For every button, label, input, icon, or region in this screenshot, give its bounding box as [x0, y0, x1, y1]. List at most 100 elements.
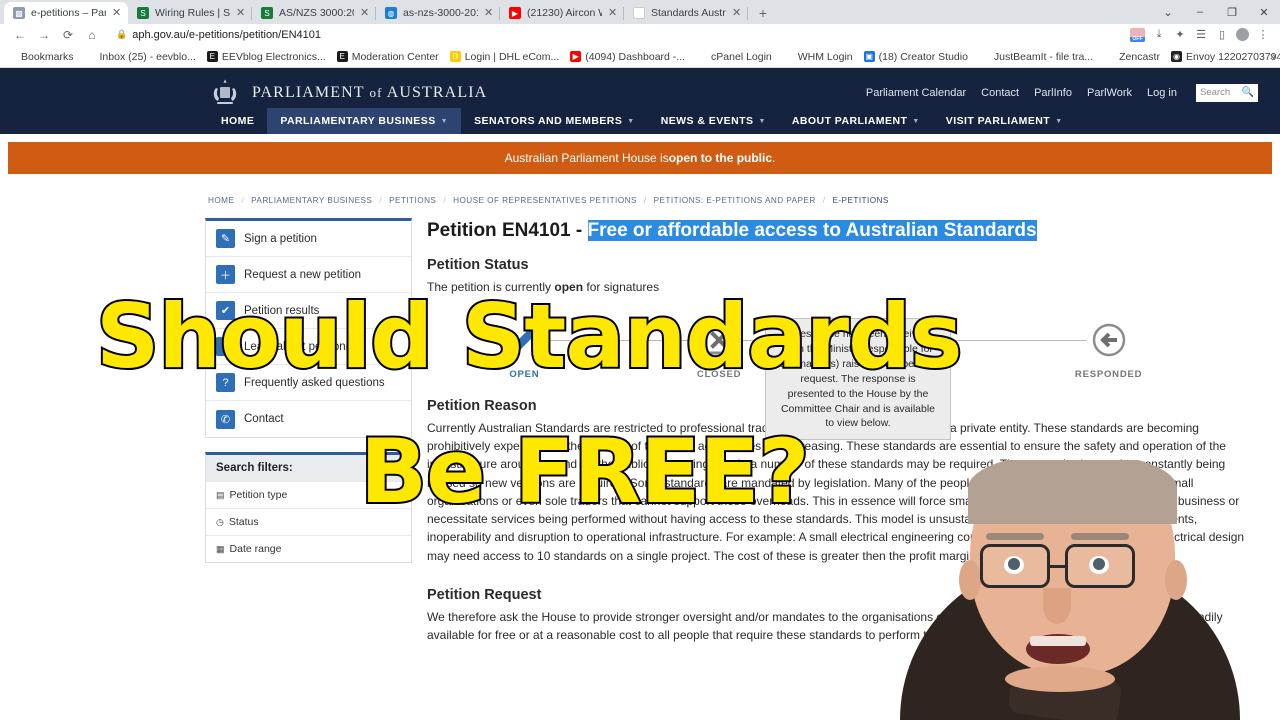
bookmark-label: Moderation Center: [351, 50, 439, 63]
sidebar-item-frequently-asked-questions[interactable]: ? Frequently asked questions: [206, 365, 411, 401]
breadcrumb-epetitions-and-paper[interactable]: PETITIONS: E-PETITIONS AND PAPER: [654, 196, 816, 205]
sidepanel-icon[interactable]: ▯: [1215, 28, 1229, 41]
search-filters-card: Search filters: ▤ Petition type ◷ Status…: [205, 452, 412, 563]
zencastr-icon: ⚲: [1106, 52, 1113, 61]
tracker-step-responded[interactable]: RESPONDED: [1011, 317, 1206, 380]
lock-icon: 🔒: [116, 29, 128, 39]
bookmark-item-envoy[interactable]: ◉ Envoy 122027037941: [1170, 51, 1280, 63]
nav-item-news-and-events[interactable]: NEWS & EVENTS ▼: [648, 108, 779, 134]
link-contact[interactable]: Contact: [981, 87, 1019, 99]
browser-tab-5[interactable]: W Standards Australia - Wikipedia ✕: [624, 2, 748, 24]
sidebar-item-label: Learn about petitioning: [244, 340, 362, 353]
breadcrumb-separator: /: [822, 196, 826, 205]
minimize-button[interactable]: –: [1184, 0, 1216, 24]
extension-toggle-icon[interactable]: OFF: [1130, 27, 1145, 42]
tab-title: Standards Australia - Wikipedia: [651, 7, 726, 19]
extensions-puzzle-icon[interactable]: ✦: [1173, 28, 1187, 41]
bookmark-item-bookmarks[interactable]: ★ Bookmarks: [6, 51, 74, 63]
page-title-prefix: Petition EN4101 -: [427, 220, 588, 241]
tracker-step-open[interactable]: OPEN: [427, 317, 720, 380]
bookmarks-bar: ★ Bookmarks M Inbox (25) - eevblo... E E…: [0, 46, 1280, 68]
browser-tab-2[interactable]: S AS/NZS 3000:2018 - Standards A ✕: [252, 2, 376, 24]
bookmark-item-zencastr[interactable]: ⚲ Zencastr: [1104, 51, 1160, 63]
maximize-button[interactable]: ❐: [1216, 0, 1248, 24]
reply-arrow-circle-icon: [1086, 317, 1131, 362]
breadcrumb-home[interactable]: HOME: [208, 196, 234, 205]
close-icon[interactable]: ✕: [608, 7, 618, 19]
link-parliament-calendar[interactable]: Parliament Calendar: [866, 87, 966, 99]
breadcrumb-parliamentary-business[interactable]: PARLIAMENTARY BUSINESS: [251, 196, 372, 205]
tab-strip: ▩ e-petitions – Parliament of Austr ✕ S …: [0, 0, 1280, 24]
breadcrumb-epetitions: E-PETITIONS: [832, 196, 889, 205]
bookmark-label: (18) Creator Studio: [878, 50, 968, 63]
alert-bold: open to the public: [668, 151, 773, 165]
bookmark-item-dashboard[interactable]: ▶ (4094) Dashboard -...: [570, 51, 685, 63]
home-icon[interactable]: ⌂: [80, 25, 104, 45]
search-magnifier-icon[interactable]: 🔍: [1242, 87, 1254, 98]
reload-icon[interactable]: ⟳: [56, 25, 80, 45]
chevron-down-icon: ▼: [1055, 117, 1063, 125]
browser-tab-1[interactable]: S Wiring Rules | Standards Australi ✕: [128, 2, 252, 24]
bookmark-item-inbox[interactable]: M Inbox (25) - eevblo...: [85, 51, 196, 63]
bookmark-item-eevblog[interactable]: E EEVblog Electronics...: [206, 51, 326, 63]
sidebar-item-sign-a-petition[interactable]: ✎ Sign a petition: [206, 221, 411, 257]
nav-item-about-parliament[interactable]: ABOUT PARLIAMENT ▼: [779, 108, 933, 134]
browser-tab-4[interactable]: ▶ (21230) Aircon Wiring Install FAI ✕: [500, 2, 624, 24]
back-icon[interactable]: ←: [8, 25, 32, 45]
bookmark-label: Inbox (25) - eevblo...: [99, 50, 196, 63]
nav-item-home[interactable]: HOME: [208, 108, 267, 134]
eevblog-icon: E: [206, 51, 218, 62]
bookmark-item-whm[interactable]: ᴄᴘ WHM Login: [783, 51, 852, 63]
nav-item-visit-parliament[interactable]: VISIT PARLIAMENT ▼: [933, 108, 1076, 134]
bookmark-item-creator-studio[interactable]: ▣ (18) Creator Studio: [863, 50, 968, 63]
nav-item-senators-and-members[interactable]: SENATORS AND MEMBERS ▼: [461, 108, 648, 134]
bookmarks-overflow-icon[interactable]: »: [1270, 51, 1276, 63]
address-bar[interactable]: 🔒 aph.gov.au/e-petitions/petition/EN4101: [108, 26, 1130, 44]
tab-search-icon[interactable]: ⌄: [1152, 0, 1184, 24]
filter-status[interactable]: ◷ Status: [206, 508, 411, 535]
close-icon[interactable]: ✕: [112, 7, 122, 19]
dhl-icon: D: [449, 51, 461, 62]
sidebar-item-petition-results[interactable]: ✔ Petition results: [206, 293, 411, 329]
profile-avatar-icon[interactable]: [1236, 28, 1249, 41]
filter-petition-type[interactable]: ▤ Petition type: [206, 481, 411, 508]
petition-status-text: The petition is currently open for signa…: [427, 278, 1246, 296]
new-tab-button[interactable]: +: [754, 5, 772, 21]
sidebar-item-learn-about-petitioning[interactable]: i Learn about petitioning: [206, 329, 411, 365]
chrome-menu-icon[interactable]: ⋮: [1256, 28, 1270, 41]
window-controls: ⌄ – ❐ ✕: [1152, 0, 1280, 24]
download-icon[interactable]: ⤓: [1152, 28, 1166, 41]
nav-label: VISIT PARLIAMENT: [945, 115, 1051, 127]
close-icon[interactable]: ✕: [360, 7, 370, 19]
reading-list-icon[interactable]: ☰: [1194, 28, 1208, 41]
close-icon[interactable]: ✕: [732, 7, 742, 19]
search-input[interactable]: Search: [1200, 87, 1239, 98]
close-icon[interactable]: ✕: [484, 7, 494, 19]
bookmark-item-moderation[interactable]: E Moderation Center: [336, 50, 439, 63]
browser-tab-0[interactable]: ▩ e-petitions – Parliament of Austr ✕: [4, 2, 128, 24]
filter-date-range[interactable]: ▦ Date range: [206, 535, 411, 562]
bookmark-label: Bookmarks: [21, 50, 74, 63]
link-log-in[interactable]: Log in: [1147, 87, 1177, 99]
bookmark-item-cpanel[interactable]: ᴄᴘ cPanel Login: [696, 51, 771, 63]
close-icon[interactable]: ✕: [236, 7, 246, 19]
status-before: The petition is currently: [427, 279, 555, 294]
breadcrumb-separator: /: [443, 196, 447, 205]
link-parlwork[interactable]: ParlWork: [1087, 87, 1132, 99]
close-window-button[interactable]: ✕: [1248, 0, 1280, 24]
forward-icon[interactable]: →: [32, 25, 56, 45]
breadcrumb-hor-petitions[interactable]: HOUSE OF REPRESENTATIVES PETITIONS: [453, 196, 637, 205]
link-parlinfo[interactable]: ParlInfo: [1034, 87, 1072, 99]
site-search[interactable]: Search 🔍: [1196, 83, 1258, 102]
phone-icon: ✆: [216, 409, 235, 429]
sidebar-item-request-a-new-petition[interactable]: ＋ Request a new petition: [206, 257, 411, 293]
bookmark-item-justbeamit[interactable]: ◑ JustBeamIt - file tra...: [979, 51, 1093, 63]
chevron-down-icon: ▼: [912, 117, 920, 125]
chevron-down-icon: ▼: [627, 117, 635, 125]
site-brand[interactable]: PARLIAMENT of AUSTRALIA: [252, 84, 487, 102]
browser-tab-3[interactable]: ◍ as-nzs-3000-2018 | Standards A ✕: [376, 2, 500, 24]
bookmark-item-dhl[interactable]: D Login | DHL eCom...: [449, 51, 559, 63]
sidebar-item-contact[interactable]: ✆ Contact: [206, 401, 411, 437]
nav-item-parliamentary-business[interactable]: PARLIAMENTARY BUSINESS ▼: [267, 108, 462, 134]
breadcrumb-petitions[interactable]: PETITIONS: [389, 196, 436, 205]
